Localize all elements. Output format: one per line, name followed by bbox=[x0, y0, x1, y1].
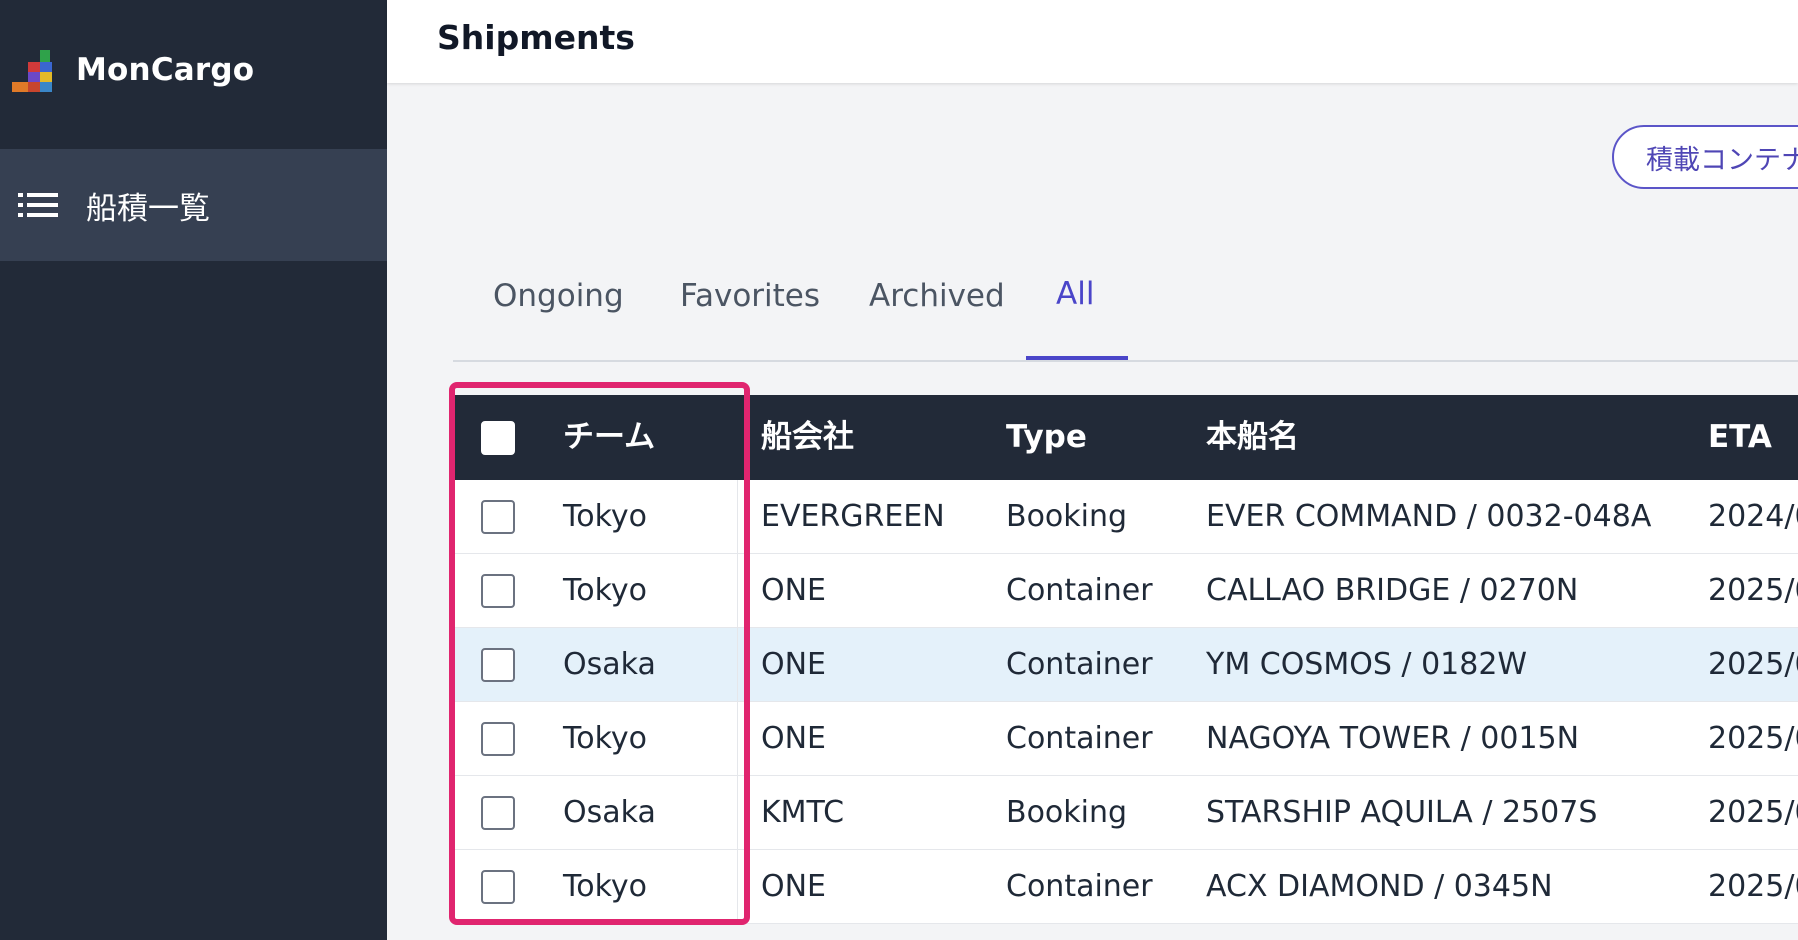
page-title: Shipments bbox=[437, 18, 635, 57]
table-row[interactable]: Osaka KMTC Booking STARSHIP AQUILA / 250… bbox=[453, 776, 1798, 850]
moncargo-logo-icon bbox=[12, 48, 56, 92]
cell-team: Osaka bbox=[563, 647, 656, 682]
sidebar: MonCargo 船積一覧 bbox=[0, 0, 387, 940]
cell-carrier: ONE bbox=[761, 573, 827, 608]
table-header: チーム 船会社 Type 本船名 ETA bbox=[453, 395, 1798, 480]
cell-eta: 2025/0 bbox=[1708, 647, 1798, 682]
cell-type: Container bbox=[1006, 573, 1153, 608]
cell-eta: 2025/0 bbox=[1708, 869, 1798, 904]
list-icon bbox=[18, 192, 58, 218]
tab-favorites[interactable]: Favorites bbox=[680, 278, 820, 314]
brand[interactable]: MonCargo bbox=[12, 46, 254, 94]
row-checkbox[interactable] bbox=[481, 722, 515, 756]
row-checkbox[interactable] bbox=[481, 500, 515, 534]
table-row[interactable]: Tokyo ONE Container CALLAO BRIDGE / 0270… bbox=[453, 554, 1798, 628]
cell-vessel: NAGOYA TOWER / 0015N bbox=[1206, 721, 1580, 756]
column-divider bbox=[737, 554, 738, 627]
table-row[interactable]: Tokyo ONE Container ACX DIAMOND / 0345N … bbox=[453, 850, 1798, 924]
cell-vessel: CALLAO BRIDGE / 0270N bbox=[1206, 573, 1579, 608]
sidebar-item-label: 船積一覧 bbox=[86, 190, 210, 227]
cell-team: Osaka bbox=[563, 795, 656, 830]
cell-vessel: EVER COMMAND / 0032-048A bbox=[1206, 499, 1652, 534]
select-all-checkbox[interactable] bbox=[481, 421, 515, 455]
column-header-carrier[interactable]: 船会社 bbox=[761, 395, 854, 480]
table-row[interactable]: Tokyo ONE Container NAGOYA TOWER / 0015N… bbox=[453, 702, 1798, 776]
cell-team: Tokyo bbox=[563, 869, 647, 904]
brand-name: MonCargo bbox=[76, 52, 255, 88]
cell-carrier: KMTC bbox=[761, 795, 845, 830]
cell-type: Booking bbox=[1006, 499, 1128, 534]
row-checkbox[interactable] bbox=[481, 796, 515, 830]
cell-type: Container bbox=[1006, 647, 1153, 682]
cell-carrier: ONE bbox=[761, 869, 827, 904]
cell-type: Booking bbox=[1006, 795, 1128, 830]
column-divider bbox=[737, 628, 738, 701]
cell-carrier: EVERGREEN bbox=[761, 499, 945, 534]
cell-team: Tokyo bbox=[563, 573, 647, 608]
cell-type: Container bbox=[1006, 721, 1153, 756]
active-tab-indicator bbox=[1026, 356, 1128, 360]
column-divider bbox=[737, 480, 738, 553]
column-divider bbox=[737, 776, 738, 849]
column-header-vessel[interactable]: 本船名 bbox=[1206, 395, 1299, 480]
top-bar: Shipments bbox=[387, 0, 1798, 83]
cell-eta: 2024/0 bbox=[1708, 499, 1798, 534]
cell-vessel: YM COSMOS / 0182W bbox=[1206, 647, 1528, 682]
cell-type: Container bbox=[1006, 869, 1153, 904]
table-row[interactable]: Tokyo EVERGREEN Booking EVER COMMAND / 0… bbox=[453, 480, 1798, 554]
row-checkbox[interactable] bbox=[481, 870, 515, 904]
tab-all[interactable]: All bbox=[1056, 276, 1094, 312]
column-header-eta[interactable]: ETA bbox=[1708, 395, 1772, 480]
row-checkbox[interactable] bbox=[481, 648, 515, 682]
column-header-type[interactable]: Type bbox=[1006, 395, 1087, 480]
sidebar-item-shipment-list[interactable]: 船積一覧 bbox=[0, 149, 387, 261]
cell-eta: 2025/0 bbox=[1708, 721, 1798, 756]
row-checkbox[interactable] bbox=[481, 574, 515, 608]
loaded-containers-button[interactable]: 積載コンテナ bbox=[1612, 125, 1798, 189]
cell-eta: 2025/0 bbox=[1708, 573, 1798, 608]
column-divider bbox=[737, 850, 738, 923]
tab-archived[interactable]: Archived bbox=[869, 278, 1005, 314]
shipments-table: チーム 船会社 Type 本船名 ETA Tokyo EVERGREEN Boo… bbox=[453, 395, 1798, 924]
cell-eta: 2025/0 bbox=[1708, 795, 1798, 830]
tab-ongoing[interactable]: Ongoing bbox=[493, 278, 624, 314]
cell-vessel: ACX DIAMOND / 0345N bbox=[1206, 869, 1553, 904]
shipment-tabs: Ongoing Favorites Archived All bbox=[453, 262, 1798, 362]
cell-carrier: ONE bbox=[761, 647, 827, 682]
column-header-team[interactable]: チーム bbox=[563, 395, 655, 480]
app-root: MonCargo 船積一覧 Shipments 積載コンテナ Ongoing F… bbox=[0, 0, 1798, 940]
cell-vessel: STARSHIP AQUILA / 2507S bbox=[1206, 795, 1598, 830]
cell-carrier: ONE bbox=[761, 721, 827, 756]
cell-team: Tokyo bbox=[563, 721, 647, 756]
column-divider bbox=[737, 702, 738, 775]
cell-team: Tokyo bbox=[563, 499, 647, 534]
table-row-hovered[interactable]: Osaka ONE Container YM COSMOS / 0182W 20… bbox=[453, 628, 1798, 702]
